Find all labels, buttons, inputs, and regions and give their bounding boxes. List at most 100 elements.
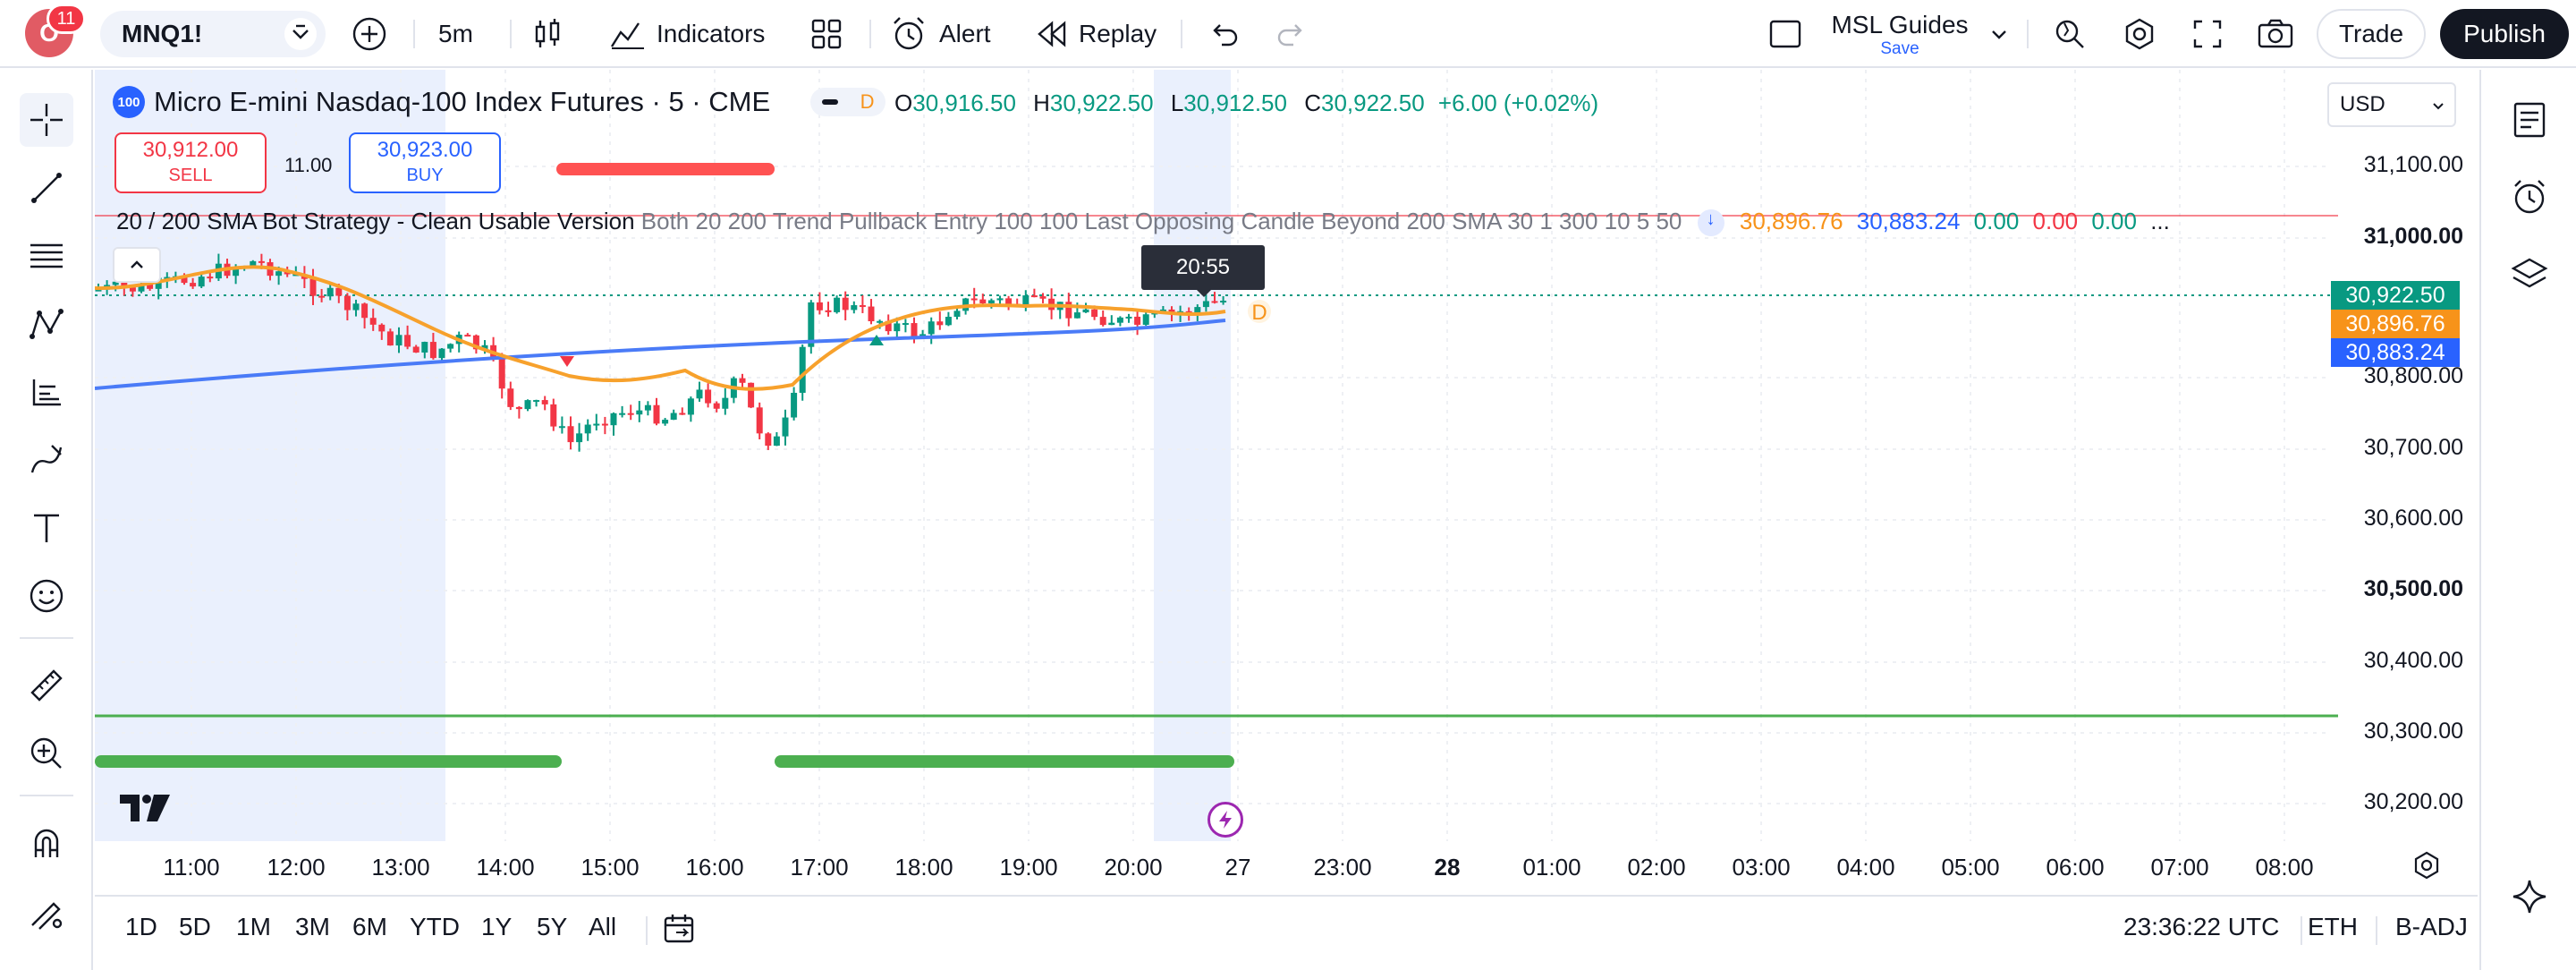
time-axis-label: 03:00: [1732, 854, 1791, 881]
layout-checkbox-icon[interactable]: [1767, 13, 1803, 55]
text-tool-icon[interactable]: [20, 501, 73, 555]
candle-body: [438, 348, 445, 359]
time-axis-label: 15:00: [580, 854, 640, 881]
range-button[interactable]: 1Y: [481, 913, 512, 941]
layout-name-button[interactable]: MSL Guides Save: [1828, 11, 1971, 59]
range-button[interactable]: YTD: [410, 913, 460, 941]
candle-body: [773, 436, 780, 447]
alerts-clock-icon[interactable]: [2503, 170, 2556, 224]
event-lightning-icon[interactable]: [1208, 802, 1243, 838]
session-toggle[interactable]: ETH: [2308, 913, 2358, 941]
indicators-button[interactable]: Indicators: [608, 13, 765, 55]
trend-line-icon[interactable]: [20, 161, 73, 215]
candle-body: [765, 433, 772, 447]
alert-button[interactable]: Alert: [889, 13, 991, 55]
candle-body: [258, 260, 265, 263]
chart-pane[interactable]: D 100 Micro E-mini Nasdaq-100 Index Futu…: [95, 70, 2478, 891]
candle-body: [868, 306, 875, 322]
replay-button[interactable]: Replay: [1034, 13, 1157, 55]
layouts-icon[interactable]: [809, 13, 844, 55]
candle-body: [1116, 317, 1123, 323]
candle-body: [1039, 296, 1046, 299]
publish-label: Publish: [2463, 20, 2546, 47]
zoom-in-icon[interactable]: [20, 727, 73, 780]
notification-badge: 11: [47, 4, 86, 34]
range-button[interactable]: 6M: [352, 913, 387, 941]
range-button[interactable]: 5D: [179, 913, 211, 941]
fib-retracement-icon[interactable]: [20, 229, 73, 283]
candle-body: [979, 299, 987, 304]
crosshair-icon[interactable]: [20, 93, 73, 147]
candle-body: [834, 297, 841, 312]
candle-body: [610, 413, 617, 426]
notification-count: 11: [56, 8, 76, 29]
settings-gear-icon[interactable]: [2122, 13, 2157, 55]
candle-body: [558, 426, 565, 429]
candle-body: [662, 420, 669, 424]
fullscreen-icon[interactable]: [2190, 13, 2225, 55]
range-button[interactable]: 3M: [295, 913, 330, 941]
candle-body: [970, 298, 978, 301]
layout-menu-chevron-icon[interactable]: [1987, 13, 2011, 55]
emoji-icon[interactable]: [20, 569, 73, 623]
brush-icon[interactable]: [20, 433, 73, 487]
lock-drawings-icon[interactable]: [20, 884, 73, 938]
symbol-options-icon[interactable]: [284, 18, 317, 50]
data-window-icon[interactable]: ↓: [1697, 209, 1724, 237]
candle-body: [584, 424, 591, 434]
pattern-icon[interactable]: [20, 297, 73, 351]
candle-body: [352, 303, 360, 311]
time-axis-label: 13:00: [371, 854, 430, 881]
divider: [413, 20, 415, 48]
tooltip-time: 20:55: [1175, 255, 1231, 279]
redo-icon[interactable]: [1275, 13, 1308, 55]
legend-toggle[interactable]: D: [810, 88, 886, 116]
candle-body: [799, 346, 806, 393]
strategy-more[interactable]: ...: [2150, 208, 2170, 234]
time-axis-label: 01:00: [1522, 854, 1581, 881]
add-symbol-icon[interactable]: [351, 13, 388, 55]
close-label: C: [1304, 89, 1321, 116]
watchlist-icon[interactable]: [2503, 93, 2556, 147]
magnet-icon[interactable]: [20, 816, 73, 870]
range-button[interactable]: All: [589, 913, 616, 941]
symbol-search[interactable]: MNQ1!: [100, 11, 326, 57]
publish-button[interactable]: Publish: [2440, 9, 2569, 59]
spread-value: 11.00: [284, 154, 333, 176]
candle-body: [1108, 322, 1115, 326]
candle-body: [447, 344, 454, 349]
candle-body: [318, 295, 326, 298]
ruler-icon[interactable]: [20, 659, 73, 712]
candle-body: [782, 417, 789, 437]
back-adjust-toggle[interactable]: B-ADJ: [2395, 913, 2468, 941]
utc-clock[interactable]: 23:36:22 UTC: [2123, 913, 2279, 941]
sparkle-icon[interactable]: [2503, 870, 2556, 923]
range-button[interactable]: 5Y: [537, 913, 567, 941]
candle-body: [987, 300, 995, 304]
chevron-down-icon: [2433, 103, 2444, 110]
range-button[interactable]: 1D: [125, 913, 157, 941]
candle-body: [894, 323, 901, 332]
buy-button[interactable]: 30,923.00 BUY: [349, 132, 501, 193]
interval-button[interactable]: 5m: [438, 13, 473, 55]
candle-body: [1005, 298, 1013, 304]
collapse-legend-button[interactable]: [113, 247, 161, 283]
forecasting-icon[interactable]: [20, 365, 73, 419]
layers-icon[interactable]: [2503, 247, 2556, 301]
layout-name: MSL Guides: [1831, 11, 1969, 38]
quick-search-icon[interactable]: [2052, 13, 2088, 55]
strategy-sma20-value: 30,896.76: [1739, 208, 1843, 234]
go-to-date-icon[interactable]: [660, 911, 699, 951]
candle-body: [378, 324, 386, 332]
timescale-settings-icon[interactable]: [2411, 850, 2442, 885]
undo-icon[interactable]: [1208, 13, 1240, 55]
range-button[interactable]: 1M: [236, 913, 271, 941]
strategy-legend[interactable]: 20 / 200 SMA Bot Strategy - Clean Usable…: [116, 208, 2170, 237]
trade-button[interactable]: Trade: [2317, 9, 2426, 59]
currency-select[interactable]: USD: [2327, 82, 2456, 127]
price-axis-label: 30,200.00: [2363, 789, 2463, 814]
sell-button[interactable]: 30,912.00 SELL: [114, 132, 267, 193]
candle-body: [945, 316, 952, 326]
camera-icon[interactable]: [2256, 13, 2295, 55]
chart-type-icon[interactable]: [530, 13, 565, 55]
